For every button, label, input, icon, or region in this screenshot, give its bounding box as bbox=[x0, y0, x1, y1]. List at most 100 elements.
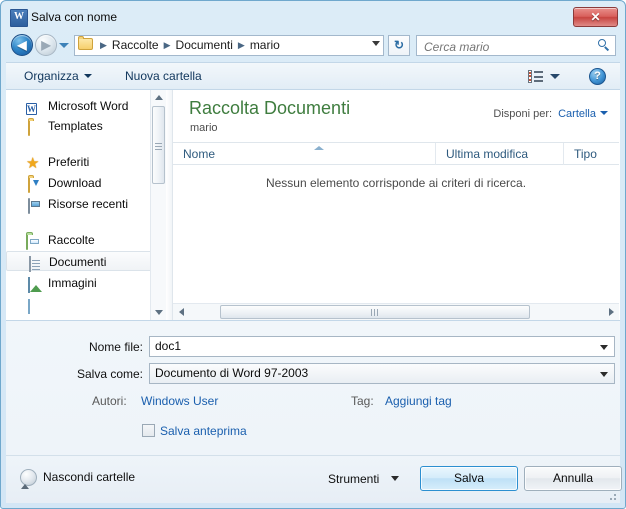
chevron-down-icon bbox=[83, 73, 92, 78]
sidebar-item-label: Raccolte bbox=[48, 233, 95, 247]
arrange-by-label: Disponi per: bbox=[493, 108, 553, 120]
address-bar-row: ◀ ▶ ▶ Raccolte ▶ Documenti ▶ mario ↻ bbox=[6, 32, 620, 60]
filename-value: doc1 bbox=[155, 339, 182, 353]
hide-folders-label: Nascondi cartelle bbox=[43, 470, 136, 484]
view-list-icon bbox=[528, 70, 543, 83]
arrange-by-value[interactable]: Cartella bbox=[558, 108, 596, 120]
picture-icon bbox=[28, 275, 44, 293]
back-button[interactable]: ◀ bbox=[11, 34, 33, 56]
address-bar[interactable]: ▶ Raccolte ▶ Documenti ▶ mario bbox=[74, 35, 384, 56]
horizontal-scrollbar[interactable] bbox=[173, 303, 619, 320]
command-bar: Organizza Nuova cartella ? bbox=[6, 62, 620, 90]
search-box[interactable] bbox=[416, 35, 616, 57]
back-arrow-icon: ◀ bbox=[17, 38, 27, 52]
navigation-pane: W Microsoft Word Templates ★ Preferiti D… bbox=[6, 90, 166, 320]
scroll-right-button[interactable] bbox=[603, 304, 619, 320]
title-bar: W Salva con nome ✕ bbox=[6, 6, 620, 29]
chevron-left-icon bbox=[178, 308, 184, 316]
authors-value[interactable]: Windows User bbox=[141, 392, 218, 410]
save-as-dialog: W Salva con nome ✕ ◀ ▶ ▶ Raccolte ▶ Documen… bbox=[0, 0, 626, 509]
arrange-by-control[interactable]: Disponi per: Cartella bbox=[493, 107, 608, 121]
metadata-row: Autori: Windows User Tag: Aggiungi tag bbox=[6, 392, 620, 410]
tags-value[interactable]: Aggiungi tag bbox=[385, 392, 452, 410]
save-thumbnail-checkbox[interactable] bbox=[142, 424, 155, 437]
close-icon: ✕ bbox=[590, 10, 601, 24]
resize-grip[interactable] bbox=[605, 489, 617, 501]
sidebar-item-raccolte[interactable]: Raccolte bbox=[6, 230, 152, 250]
breadcrumb-item-mario[interactable]: mario bbox=[248, 38, 282, 52]
recent-locations-button[interactable] bbox=[59, 40, 71, 52]
scrollbar-thumb[interactable] bbox=[220, 305, 530, 319]
sidebar-item-documenti[interactable]: Documenti bbox=[6, 251, 152, 272]
word-app-icon: W bbox=[10, 9, 28, 27]
sidebar-item-templates[interactable]: Templates bbox=[6, 116, 152, 136]
cancel-button[interactable]: Annulla bbox=[524, 466, 622, 491]
new-folder-button[interactable]: Nuova cartella bbox=[121, 67, 206, 86]
change-view-button[interactable] bbox=[528, 68, 566, 86]
column-headers: Nome Ultima modifica Tipo bbox=[173, 142, 619, 165]
breadcrumb-separator-2: ▶ bbox=[237, 40, 245, 50]
chevron-right-icon bbox=[608, 308, 614, 316]
column-header-label: Nome bbox=[183, 147, 216, 161]
filename-label: Nome file: bbox=[88, 340, 143, 354]
search-input[interactable] bbox=[422, 36, 594, 57]
filetype-select[interactable]: Documento di Word 97-2003 bbox=[149, 363, 615, 384]
sidebar-item-partial[interactable] bbox=[6, 295, 152, 315]
column-header-tipo[interactable]: Tipo bbox=[563, 143, 620, 165]
chevron-down-icon[interactable] bbox=[600, 345, 608, 350]
chevron-down-icon bbox=[59, 43, 69, 48]
save-thumbnail-label[interactable]: Salva anteprima bbox=[160, 423, 247, 439]
close-button[interactable]: ✕ bbox=[573, 7, 618, 27]
address-dropdown-icon[interactable] bbox=[372, 41, 380, 46]
computer-icon bbox=[28, 196, 44, 214]
dialog-footer: Nascondi cartelle Strumenti Salva Annull… bbox=[6, 455, 622, 503]
sidebar-item-label: Documenti bbox=[49, 255, 107, 269]
scroll-left-button[interactable] bbox=[173, 304, 189, 320]
sidebar-item-download[interactable]: Download bbox=[6, 173, 152, 193]
save-button[interactable]: Salva bbox=[420, 466, 518, 491]
tools-label: Strumenti bbox=[328, 472, 380, 486]
star-icon: ★ bbox=[26, 155, 40, 172]
document-icon bbox=[29, 254, 45, 272]
forward-arrow-icon: ▶ bbox=[41, 38, 51, 52]
scroll-down-button[interactable] bbox=[151, 305, 166, 320]
sidebar-scrollbar[interactable] bbox=[150, 90, 166, 320]
refresh-button[interactable]: ↻ bbox=[388, 35, 410, 56]
organize-menu-button[interactable]: Organizza bbox=[20, 67, 96, 86]
sidebar-item-label: Templates bbox=[48, 119, 103, 133]
chevron-down-icon[interactable] bbox=[600, 372, 608, 377]
help-button[interactable]: ? bbox=[589, 68, 606, 85]
chevron-down-icon bbox=[154, 310, 163, 315]
breadcrumb-item-raccolte[interactable]: Raccolte bbox=[110, 38, 161, 52]
forward-button[interactable]: ▶ bbox=[35, 34, 57, 56]
library-subtitle: mario bbox=[190, 122, 218, 134]
sidebar-item-label: Preferiti bbox=[48, 155, 90, 169]
filename-input[interactable]: doc1 bbox=[149, 336, 615, 357]
new-folder-label: Nuova cartella bbox=[125, 69, 202, 83]
breadcrumb-item-documenti[interactable]: Documenti bbox=[174, 38, 235, 52]
column-header-ultima-modifica[interactable]: Ultima modifica bbox=[435, 143, 563, 165]
organize-label: Organizza bbox=[24, 69, 79, 83]
sidebar-item-risorse-recenti[interactable]: Risorse recenti bbox=[6, 194, 152, 214]
empty-list-message: Nessun elemento corrisponde ai criteri d… bbox=[265, 176, 527, 190]
library-title: Raccolta Documenti bbox=[189, 98, 351, 118]
sidebar-item-label: Risorse recenti bbox=[48, 197, 129, 211]
breadcrumb: ▶ Raccolte ▶ Documenti ▶ mario bbox=[97, 36, 282, 55]
sidebar-item-microsoft-word[interactable]: W Microsoft Word bbox=[6, 96, 152, 116]
scrollbar-thumb[interactable] bbox=[152, 106, 165, 184]
filetype-label: Salva come: bbox=[76, 367, 143, 381]
sidebar-item-preferiti[interactable]: ★ Preferiti bbox=[6, 152, 152, 172]
chevron-down-icon bbox=[550, 74, 560, 79]
tags-label: Tag: bbox=[351, 394, 374, 408]
column-header-nome[interactable]: Nome bbox=[173, 143, 435, 165]
download-icon bbox=[28, 175, 44, 193]
tools-menu-button[interactable]: Strumenti bbox=[328, 470, 400, 488]
sidebar-item-label: Microsoft Word bbox=[48, 99, 129, 113]
chevron-up-circle-icon bbox=[20, 469, 37, 489]
sidebar-item-immagini[interactable]: Immagini bbox=[6, 273, 152, 293]
column-header-label: Ultima modifica bbox=[446, 147, 529, 161]
chevron-down-icon bbox=[600, 111, 608, 116]
folder-icon bbox=[28, 297, 44, 314]
filetype-value: Documento di Word 97-2003 bbox=[155, 366, 309, 380]
scroll-up-button[interactable] bbox=[151, 90, 166, 105]
